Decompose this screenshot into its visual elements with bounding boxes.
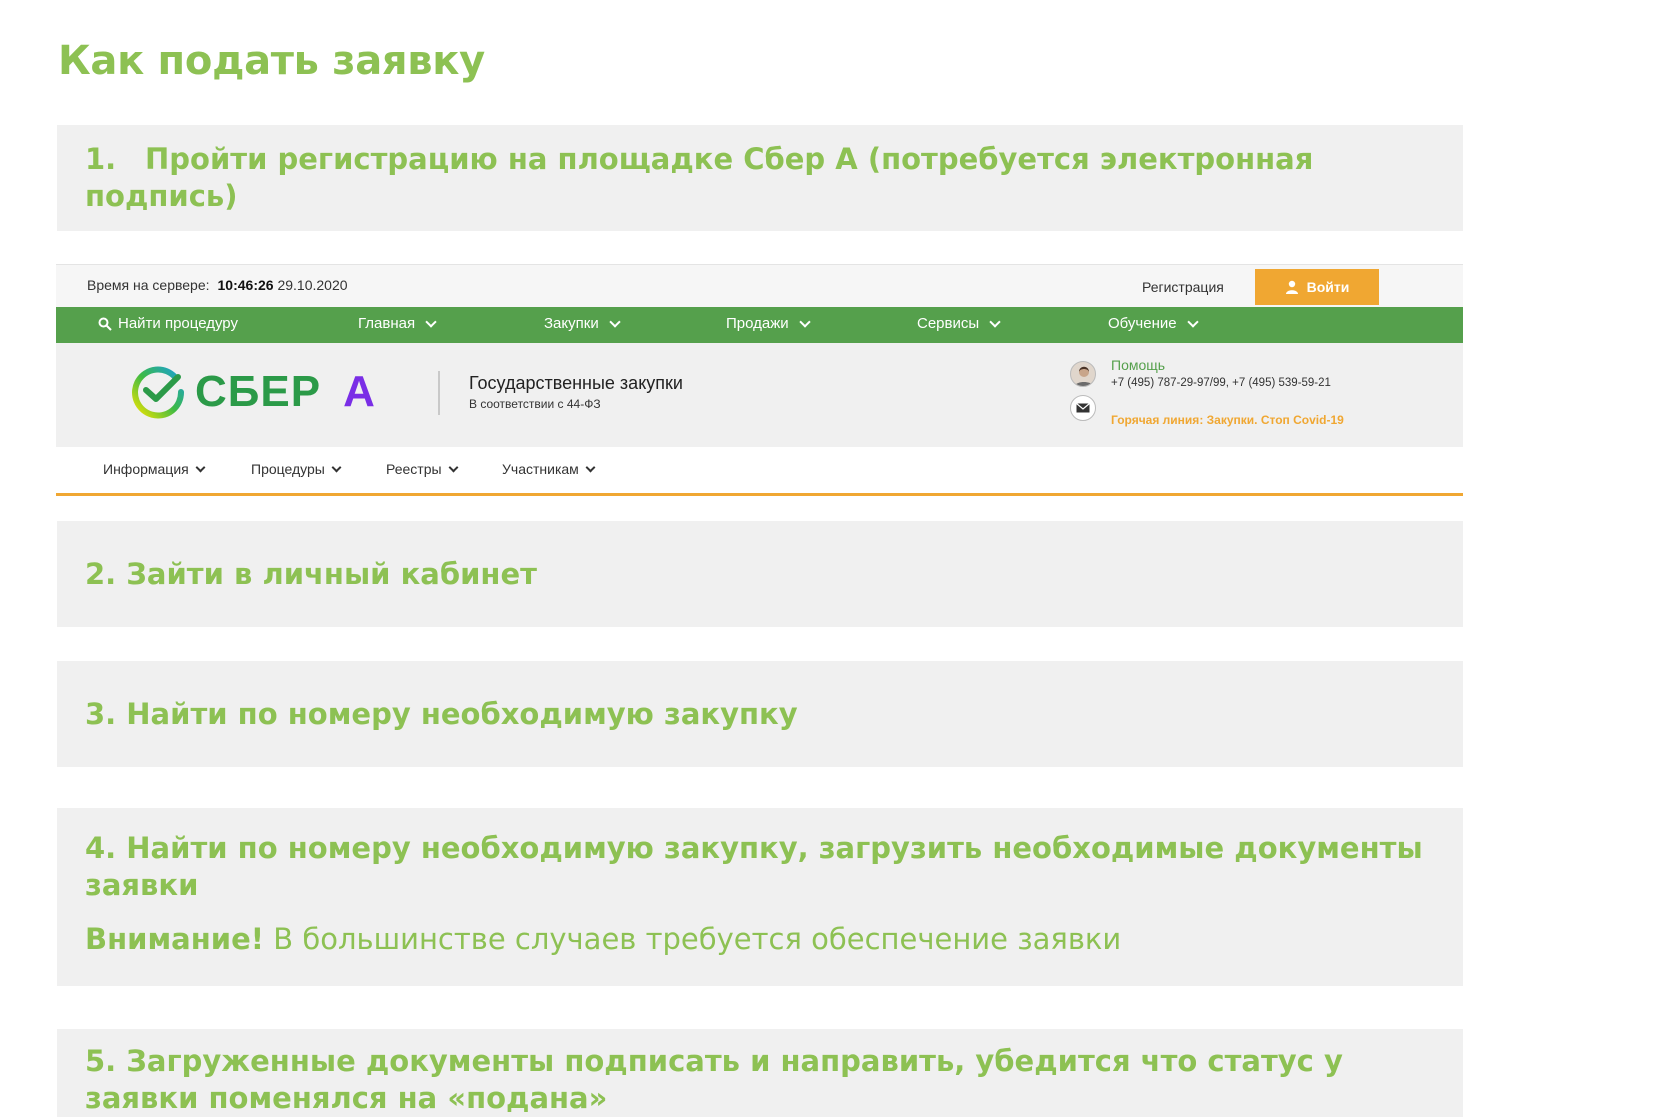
server-time-date: 29.10.2020 xyxy=(277,277,348,293)
logo-letter: А xyxy=(343,367,375,416)
brand-divider xyxy=(438,371,440,415)
nav-home[interactable]: Главная xyxy=(358,315,437,332)
nav-training[interactable]: Обучение xyxy=(1108,315,1199,332)
step-3-box: 3. Найти по номеру необходимую закупку xyxy=(57,661,1463,767)
step-5-text: 5. Загруженные документы подписать и нап… xyxy=(85,1044,1343,1115)
login-button[interactable]: Войти xyxy=(1255,269,1379,305)
subnav-procedures[interactable]: Процедуры xyxy=(251,461,342,477)
login-button-label: Войти xyxy=(1306,279,1350,295)
nav-services-label: Сервисы xyxy=(917,315,980,332)
page-title: Как подать заявку xyxy=(58,38,485,84)
brand-subtitle: В соответствии с 44-ФЗ xyxy=(469,397,601,411)
orange-divider-line xyxy=(56,493,1463,496)
nav-services[interactable]: Сервисы xyxy=(917,315,1001,332)
nav-find-procedure[interactable]: Найти процедуру xyxy=(98,315,238,332)
step-2-text: 2. Зайти в личный кабинет xyxy=(85,556,537,591)
subnav-info-label: Информация xyxy=(103,461,189,477)
site-main-nav: Найти процедуру Главная Закупки Продажи … xyxy=(56,307,1463,343)
register-link[interactable]: Регистрация xyxy=(1142,279,1224,295)
help-phones: +7 (495) 787-29-97/99, +7 (495) 539-59-2… xyxy=(1111,377,1331,389)
help-link[interactable]: Помощь xyxy=(1111,357,1165,373)
sber-a-logo[interactable]: СБЕР А xyxy=(131,365,375,419)
server-time-clock: 10:46:26 xyxy=(217,277,274,293)
step-1-label: Пройти регистрацию на площадке Сбер А (п… xyxy=(85,142,1314,213)
subnav-participants[interactable]: Участникам xyxy=(502,461,596,477)
chevron-down-icon xyxy=(425,315,437,328)
step-4-note-warning: Внимание! xyxy=(85,922,264,956)
subnav-registries-label: Реестры xyxy=(386,461,442,477)
step-4-text: 4. Найти по номеру необходимую закупку, … xyxy=(85,831,1423,902)
server-time: Время на сервере: 10:46:26 29.10.2020 xyxy=(87,277,348,293)
nav-purchases[interactable]: Закупки xyxy=(544,315,621,332)
logo-text: СБЕР xyxy=(195,367,322,416)
nav-home-label: Главная xyxy=(358,315,416,332)
sber-a-site-screenshot: Время на сервере: 10:46:26 29.10.2020 Рег… xyxy=(56,264,1463,496)
sber-checkmark-logo-icon xyxy=(132,366,185,419)
step-2-box: 2. Зайти в личный кабинет xyxy=(57,521,1463,627)
chevron-down-icon xyxy=(1186,315,1199,328)
chevron-down-icon xyxy=(195,462,206,472)
step-1-text: 1. Пройти регистрацию на площадке Сбер А … xyxy=(85,141,1435,215)
nav-sales-label: Продажи xyxy=(726,315,789,332)
site-brand-bar: СБЕР А Государственные закупки В соответс… xyxy=(56,343,1463,447)
chevron-down-icon xyxy=(448,462,459,472)
search-icon xyxy=(98,317,112,331)
site-topbar: Время на сервере: 10:46:26 29.10.2020 Рег… xyxy=(56,265,1463,307)
brand-title: Государственные закупки xyxy=(469,373,683,393)
subnav-registries[interactable]: Реестры xyxy=(386,461,459,477)
step-5-box: 5. Загруженные документы подписать и нап… xyxy=(57,1029,1463,1117)
nav-find-procedure-label: Найти процедуру xyxy=(118,315,238,332)
chevron-down-icon xyxy=(798,315,811,328)
nav-purchases-label: Закупки xyxy=(544,315,599,332)
step-4-note: Внимание! В большинстве случаев требуетс… xyxy=(85,921,1435,958)
server-time-label: Время на сервере: xyxy=(87,277,210,293)
chevron-down-icon xyxy=(609,315,621,328)
step-3-text: 3. Найти по номеру необходимую закупку xyxy=(85,696,798,731)
step-1-number: 1. xyxy=(85,142,117,176)
hotline-link[interactable]: Горячая линия: Закупки. Стоп Covid-19 xyxy=(1111,413,1344,427)
chevron-down-icon xyxy=(331,462,342,472)
step-4-box: 4. Найти по номеру необходимую закупку, … xyxy=(57,808,1463,986)
subnav-info[interactable]: Информация xyxy=(103,461,206,477)
support-avatar xyxy=(1070,361,1096,387)
step-1-box: 1. Пройти регистрацию на площадке Сбер А … xyxy=(57,125,1463,231)
chevron-down-icon xyxy=(989,315,1001,328)
step-4-note-text: В большинстве случаев требуется обеспече… xyxy=(263,922,1122,956)
subnav-procedures-label: Процедуры xyxy=(251,461,325,477)
user-icon xyxy=(1285,280,1298,294)
subnav-participants-label: Участникам xyxy=(502,461,579,477)
site-sub-nav: Информация Процедуры Реестры Участникам xyxy=(56,447,1463,493)
chevron-down-icon xyxy=(585,462,596,472)
nav-sales[interactable]: Продажи xyxy=(726,315,811,332)
nav-training-label: Обучение xyxy=(1108,315,1177,332)
mail-icon[interactable] xyxy=(1070,395,1096,421)
